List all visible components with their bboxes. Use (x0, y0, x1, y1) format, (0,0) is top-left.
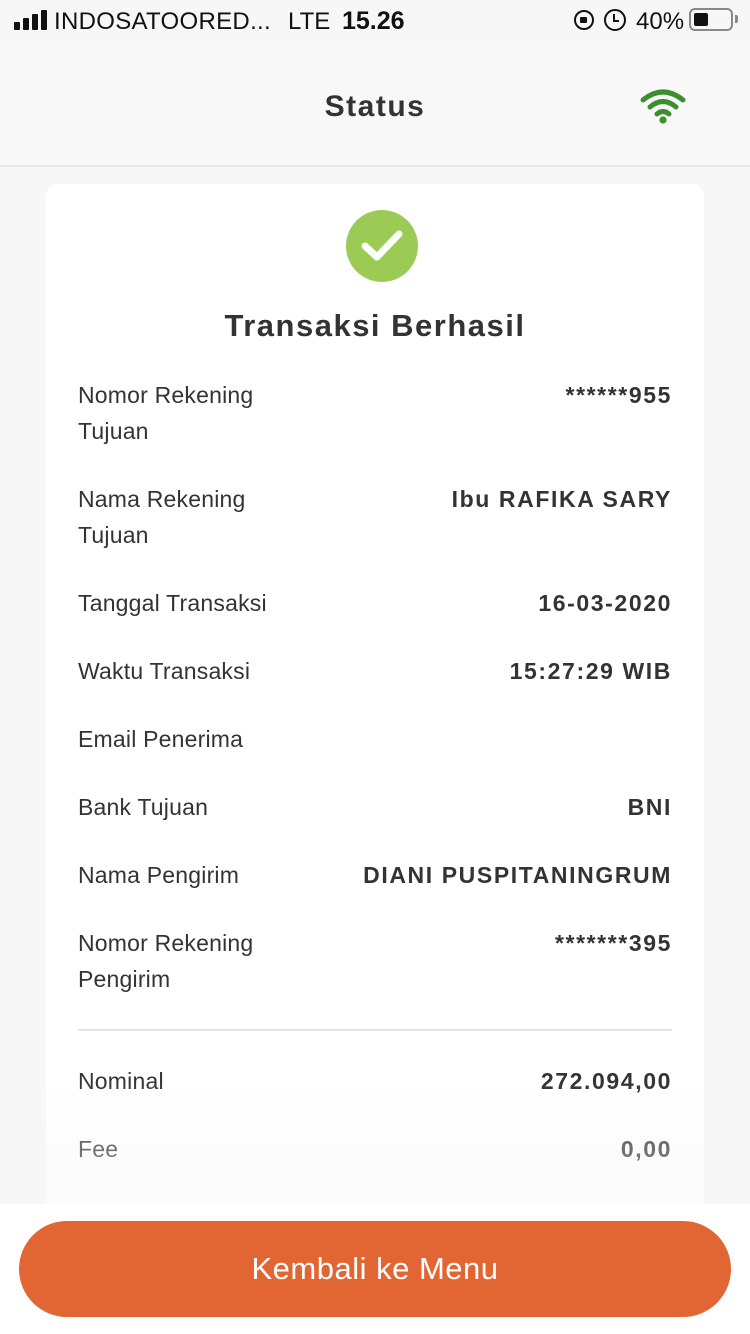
detail-value: 15:27:29 WIB (509, 658, 672, 684)
transaction-receipt-card: Transaksi Berhasil Nomor Rekening Tujuan… (46, 184, 704, 1224)
detail-label: Bank Tujuan (78, 794, 209, 820)
transaction-status-title: Transaksi Berhasil (224, 308, 526, 343)
amount-label: Fee (78, 1136, 119, 1162)
battery-cap (735, 15, 738, 23)
check-icon (361, 230, 403, 261)
back-to-menu-button[interactable]: Kembali ke Menu (19, 1221, 731, 1317)
detail-label: Tanggal Transaksi (78, 590, 267, 616)
footer-bar: Kembali ke Menu (0, 1204, 750, 1334)
wifi-icon (640, 89, 686, 124)
page-header: Status (0, 44, 750, 167)
detail-label: Waktu Transaksi (78, 658, 251, 684)
detail-value: ******955 (565, 382, 672, 408)
signal-strength-icon (14, 10, 47, 30)
rotation-lock-icon (574, 10, 594, 30)
page-title: Status (324, 90, 426, 123)
detail-value: DIANI PUSPITANINGRUM (363, 862, 672, 888)
detail-value: 16-03-2020 (538, 590, 672, 616)
divider (78, 1029, 672, 1031)
detail-label: Nomor Rekening Tujuan (78, 382, 254, 444)
amount-value: 272.094,00 (540, 1068, 672, 1094)
battery-percentage: 40% (636, 8, 685, 35)
detail-value: *******395 (554, 930, 672, 956)
amount-label: Nominal (78, 1068, 164, 1094)
detail-label: Nomor Rekening Pengirim (78, 930, 254, 992)
battery-icon (689, 8, 733, 31)
amount-value: 0,00 (620, 1136, 672, 1162)
status-time: 15.26 (342, 7, 405, 35)
alarm-icon (604, 9, 626, 31)
detail-label: Nama Rekening Tujuan (78, 486, 246, 548)
network-type: LTE (288, 8, 331, 35)
success-badge (346, 210, 418, 282)
detail-label: Nama Pengirim (78, 862, 240, 888)
carrier-name: INDOSATOORED... (54, 8, 271, 35)
detail-label: Email Penerima (78, 726, 244, 752)
status-bar: INDOSATOORED... LTE 15.26 40% (0, 0, 750, 44)
detail-value: BNI (627, 794, 672, 820)
battery-level-fill (694, 13, 708, 26)
detail-value: Ibu RAFIKA SARY (451, 486, 672, 512)
